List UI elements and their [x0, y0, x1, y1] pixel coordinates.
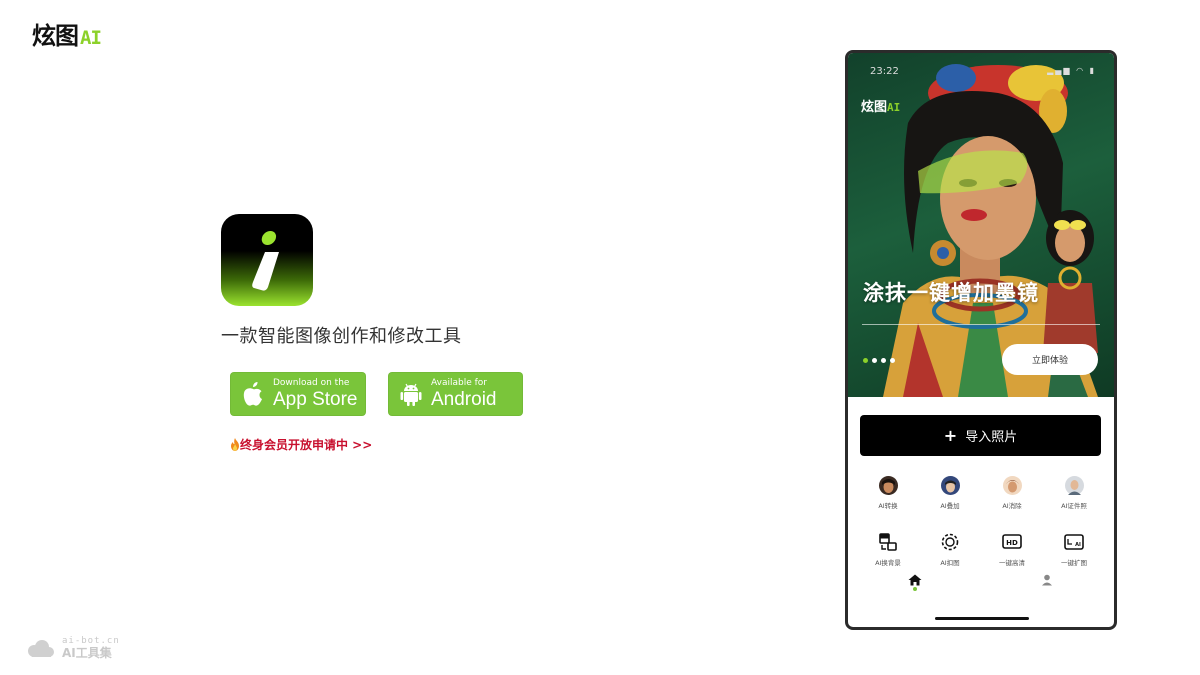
watermark-name: AI工具集	[62, 645, 112, 660]
fire-icon	[231, 438, 239, 451]
carousel-dot[interactable]	[881, 358, 886, 363]
android-button[interactable]: Available for Android	[388, 372, 523, 416]
android-small: Available for	[431, 378, 487, 388]
feature-label: 一键高清	[999, 559, 1025, 567]
feature-ai-overlay[interactable]: AI叠加	[922, 475, 978, 510]
feature-label: 一键扩图	[1061, 559, 1087, 567]
feature-label: AI叠加	[940, 502, 960, 510]
swap-background-icon	[878, 532, 898, 552]
tab-bar	[848, 567, 1114, 591]
logo-ai: AI	[80, 27, 102, 49]
app-store-big: App Store	[273, 389, 358, 410]
avatar-icon	[1002, 475, 1022, 495]
hero-banner[interactable]: 23:22 ▂▄▆ ◠ ▮ 炫图AI 涂抹一键增加墨镜 立即体验	[848, 53, 1114, 397]
plus-icon: +	[943, 426, 958, 445]
cutout-icon	[940, 532, 960, 552]
logo-name: 炫图	[32, 22, 79, 50]
apple-icon	[239, 380, 267, 408]
feature-hd[interactable]: HD 一键高清	[984, 532, 1040, 567]
user-icon[interactable]	[1041, 571, 1053, 590]
lifetime-membership-text: 终身会员开放申请中 >>	[240, 438, 373, 452]
status-time: 23:22	[870, 66, 899, 77]
home-indicator	[935, 617, 1029, 620]
import-photo-button[interactable]: + 导入照片	[860, 415, 1101, 456]
avatar-icon	[1064, 475, 1084, 495]
feature-grid: AI转换 AI叠加 AI消除 AI证件照 AI换背景 AI扣图 HD 一键高清 …	[848, 475, 1114, 567]
expand-ai-icon: AI	[1064, 532, 1084, 552]
import-photo-label: 导入照片	[965, 430, 1018, 445]
carousel-dot[interactable]	[863, 358, 868, 363]
svg-text:AI: AI	[1075, 542, 1081, 548]
cloud-icon	[28, 639, 54, 657]
carousel-dots	[863, 358, 895, 363]
feature-row: AI换背景 AI扣图 HD 一键高清 AI 一键扩图	[848, 532, 1114, 567]
carousel-dot[interactable]	[872, 358, 877, 363]
hero-divider	[862, 324, 1100, 325]
feature-ai-cutout[interactable]: AI扣图	[922, 532, 978, 567]
tab-indicator	[913, 587, 917, 591]
phone-mockup: 23:22 ▂▄▆ ◠ ▮ 炫图AI 涂抹一键增加墨镜 立即体验 + 导入照片 …	[845, 50, 1117, 630]
hero-logo: 炫图AI	[861, 96, 900, 115]
app-store-small: Download on the	[273, 378, 350, 388]
try-now-button[interactable]: 立即体验	[1002, 344, 1098, 375]
feature-expand[interactable]: AI 一键扩图	[1046, 532, 1102, 567]
android-icon	[397, 380, 425, 408]
feature-ai-background[interactable]: AI换背景	[860, 532, 916, 567]
feature-ai-transform[interactable]: AI转换	[860, 475, 916, 510]
watermark: ai-bot.cn AI工具集	[26, 636, 120, 660]
avatar-icon	[878, 475, 898, 495]
avatar-icon	[940, 475, 960, 495]
feature-ai-erase[interactable]: AI消除	[984, 475, 1040, 510]
lifetime-membership-link[interactable]: 终身会员开放申请中 >>	[230, 436, 372, 453]
status-icons: ▂▄▆ ◠ ▮	[1047, 66, 1096, 75]
carousel-dot[interactable]	[890, 358, 895, 363]
feature-label: AI转换	[878, 502, 898, 510]
svg-text:HD: HD	[1006, 539, 1018, 547]
hero-logo-ai: AI	[887, 101, 901, 114]
hero-logo-name: 炫图	[861, 100, 888, 115]
site-logo[interactable]: 炫图 AI	[32, 16, 102, 51]
android-big: Android	[431, 389, 497, 410]
app-icon	[221, 214, 313, 306]
feature-label: AI换背景	[875, 559, 901, 567]
hero-title: 涂抹一键增加墨镜	[863, 281, 1039, 305]
feature-label: AI扣图	[940, 559, 960, 567]
app-store-button[interactable]: Download on the App Store	[230, 372, 366, 416]
hd-icon: HD	[1002, 532, 1022, 552]
feature-row: AI转换 AI叠加 AI消除 AI证件照	[848, 475, 1114, 510]
feature-ai-id-photo[interactable]: AI证件照	[1046, 475, 1102, 510]
feature-label: AI证件照	[1061, 502, 1087, 510]
feature-label: AI消除	[1002, 502, 1022, 510]
tagline: 一款智能图像创作和修改工具	[221, 326, 462, 347]
